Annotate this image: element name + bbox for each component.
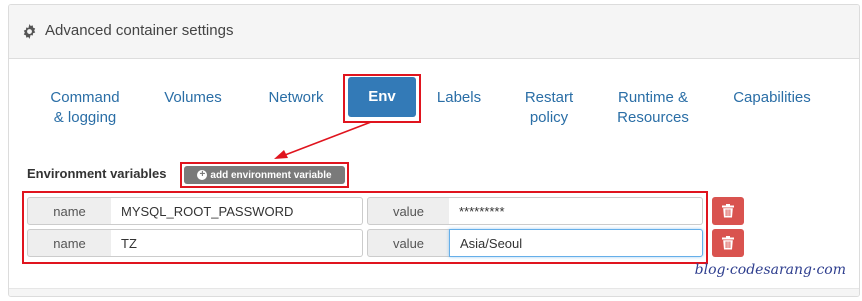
tab-label: Volumes [164, 89, 222, 106]
plus-circle-icon: + [197, 170, 208, 180]
tab-label: policy [529, 109, 569, 126]
remove-variable-button[interactable] [712, 229, 744, 257]
tab-label: Resources [617, 109, 689, 126]
env-section-label: Environment variables [27, 166, 167, 181]
panel-footer [9, 288, 859, 296]
tab-label: Capabilities [733, 89, 811, 106]
env-name-input[interactable]: MYSQL_ROOT_PASSWORD [111, 197, 363, 225]
watermark: blog·codesarang·com [694, 262, 846, 278]
add-environment-variable-button[interactable]: + add environment variable [184, 166, 345, 184]
gear-icon [23, 24, 36, 39]
value-addon: value [367, 229, 450, 257]
panel-header[interactable]: Advanced container settings [9, 5, 859, 59]
tab-runtime-resources[interactable]: Runtime & Resources [606, 88, 700, 128]
tab-network[interactable]: Network [257, 88, 335, 108]
tab-label: & logging [53, 109, 117, 126]
add-button-label: add environment variable [210, 169, 332, 181]
remove-variable-button[interactable] [712, 197, 744, 225]
name-addon: name [27, 197, 112, 225]
tab-command-logging[interactable]: Command & logging [40, 88, 130, 128]
tab-capabilities[interactable]: Capabilities [724, 88, 820, 108]
env-tab-highlight [343, 74, 421, 123]
trash-icon [722, 236, 734, 250]
tab-label: Restart [524, 89, 574, 106]
tab-labels[interactable]: Labels [428, 88, 490, 108]
tab-label: Runtime & [617, 89, 689, 106]
env-name-input[interactable]: TZ [111, 229, 363, 257]
tab-volumes[interactable]: Volumes [155, 88, 231, 108]
env-value-input[interactable]: ********* [449, 197, 703, 225]
tab-label: Labels [436, 89, 482, 106]
tab-label: Command [50, 89, 120, 106]
trash-icon [722, 204, 734, 218]
env-value-input[interactable]: Asia/Seoul [449, 229, 703, 257]
name-addon: name [27, 229, 112, 257]
panel-title: Advanced container settings [45, 22, 234, 39]
value-addon: value [367, 197, 450, 225]
tab-label: Network [268, 89, 324, 106]
tab-restart-policy[interactable]: Restart policy [512, 88, 586, 128]
